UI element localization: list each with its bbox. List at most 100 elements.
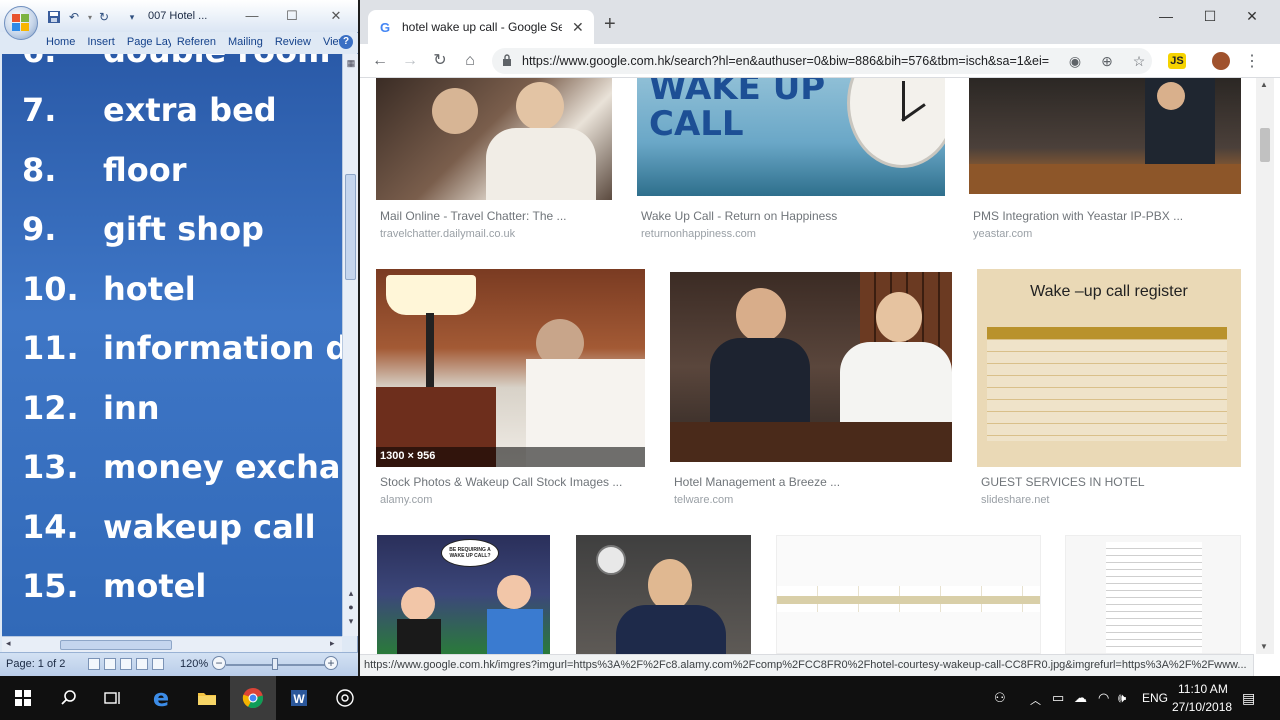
result-title[interactable]: Stock Photos & Wakeup Call Stock Images …	[380, 475, 645, 489]
ribbon-tab-mailings[interactable]: Mailing	[222, 33, 269, 53]
language-indicator[interactable]: ENG	[1142, 691, 1168, 705]
maximize-icon[interactable]: ☐	[280, 6, 304, 26]
bookmark-star-icon[interactable]: ☆	[1130, 52, 1148, 70]
office-logo-icon	[12, 14, 30, 32]
new-tab-icon[interactable]: +	[604, 14, 616, 34]
result-source[interactable]: slideshare.net	[981, 494, 1050, 506]
people-icon[interactable]: ⚇	[994, 690, 1006, 706]
result-source[interactable]: telware.com	[674, 494, 733, 506]
ribbon-tab-review[interactable]: Review	[269, 33, 317, 53]
browse-object-icon[interactable]: ●	[346, 602, 356, 612]
close-icon[interactable]: ✕	[324, 6, 348, 26]
image-result-thumbnail[interactable]: Wake –up call register	[977, 269, 1241, 467]
draft-icon[interactable]	[152, 658, 164, 670]
zoom-level[interactable]: 120%	[180, 658, 208, 670]
ribbon-tab-references[interactable]: Referen	[171, 33, 222, 53]
home-icon[interactable]: ⌂	[460, 51, 480, 71]
image-result-thumbnail[interactable]	[670, 272, 952, 462]
scroll-thumb[interactable]	[345, 174, 356, 280]
image-result-thumbnail[interactable]	[576, 535, 751, 654]
result-title[interactable]: Mail Online - Travel Chatter: The ...	[380, 209, 610, 223]
previous-page-icon[interactable]: ▴	[346, 588, 356, 599]
result-source[interactable]: yeastar.com	[973, 228, 1032, 240]
start-button[interactable]	[0, 676, 46, 720]
action-center-icon[interactable]: ▤	[1242, 690, 1255, 707]
horizontal-scrollbar[interactable]: ◂ ▸	[2, 636, 342, 652]
edge-browser-icon[interactable]: e	[138, 676, 184, 720]
clock-date[interactable]: 27/10/2018	[1172, 700, 1232, 714]
undo-icon[interactable]: ↶	[66, 9, 82, 25]
web-layout-icon[interactable]	[120, 658, 132, 670]
scroll-left-icon[interactable]: ◂	[6, 638, 11, 649]
minimize-icon[interactable]: —	[240, 6, 264, 26]
back-icon[interactable]: ←	[370, 51, 390, 71]
image-result-thumbnail[interactable]	[376, 78, 612, 200]
image-result-thumbnail[interactable]: 1300 × 956	[376, 269, 645, 467]
volume-icon[interactable]: 🕪	[1118, 690, 1126, 706]
word-taskbar-icon[interactable]: W	[276, 676, 322, 720]
onedrive-icon[interactable]: ☁	[1074, 690, 1087, 706]
wifi-icon[interactable]: ◠	[1098, 690, 1109, 706]
ribbon-tab-insert[interactable]: Insert	[81, 33, 121, 53]
search-icon[interactable]	[46, 676, 92, 720]
save-icon[interactable]	[46, 9, 62, 25]
ribbon-tab-home[interactable]: Home	[40, 33, 81, 53]
outline-icon[interactable]	[136, 658, 148, 670]
scroll-thumb[interactable]	[1260, 128, 1270, 162]
menu-icon[interactable]: ⋮	[1242, 52, 1262, 72]
browser-tab[interactable]: G hotel wake up call - Google Search ✕	[368, 10, 594, 44]
page-indicator[interactable]: Page: 1 of 2	[6, 658, 65, 670]
vertical-scrollbar[interactable]: ▦ ▴ ● ▾	[342, 54, 358, 636]
file-explorer-icon[interactable]	[184, 676, 230, 720]
extension-js-icon[interactable]: JS	[1168, 53, 1186, 69]
customize-qat-icon[interactable]: ▾	[124, 9, 140, 25]
scroll-right-icon[interactable]: ▸	[330, 638, 335, 649]
result-title[interactable]: Hotel Management a Breeze ...	[674, 475, 944, 489]
chrome-taskbar-icon[interactable]	[230, 676, 276, 720]
office-button[interactable]	[4, 6, 38, 40]
ribbon-tab-page-layout[interactable]: Page Lay	[121, 33, 171, 53]
clock-time[interactable]: 11:10 AM	[1178, 682, 1228, 696]
zoom-slider-handle[interactable]	[272, 658, 278, 670]
image-result-thumbnail[interactable]	[776, 535, 1041, 654]
show-hidden-icons-icon[interactable]: ︿	[1030, 692, 1041, 708]
result-source[interactable]: returnonhappiness.com	[641, 228, 756, 240]
close-icon[interactable]: ✕	[1230, 8, 1274, 28]
minimize-icon[interactable]: —	[1144, 8, 1188, 28]
reload-icon[interactable]: ↻	[430, 51, 450, 71]
battery-icon[interactable]: ▭	[1052, 690, 1064, 706]
next-page-icon[interactable]: ▾	[346, 616, 356, 627]
document-body[interactable]: 6. double room 7. extra bed 8. floor 9. …	[2, 54, 342, 636]
profile-avatar[interactable]	[1212, 52, 1230, 70]
search-results-page[interactable]: Mail Online - Travel Chatter: The ... tr…	[360, 78, 1280, 654]
zoom-in-icon[interactable]: +	[324, 656, 338, 670]
help-icon[interactable]: ?	[339, 35, 353, 49]
zoom-out-icon[interactable]: −	[212, 656, 226, 670]
print-layout-icon[interactable]	[88, 658, 100, 670]
result-source[interactable]: alamy.com	[380, 494, 432, 506]
result-title[interactable]: GUEST SERVICES IN HOTEL	[981, 475, 1241, 489]
scroll-up-icon[interactable]: ▲	[1260, 80, 1268, 89]
camera-app-icon[interactable]	[322, 676, 368, 720]
task-view-icon[interactable]	[90, 676, 136, 720]
maximize-icon[interactable]: ☐	[1188, 8, 1232, 28]
ruler-toggle-icon[interactable]: ▦	[346, 58, 356, 69]
image-result-thumbnail[interactable]: WAKE UP CALL	[637, 78, 945, 196]
image-result-thumbnail[interactable]: BE REQUIRING A WAKE UP CALL?	[377, 535, 550, 654]
close-tab-icon[interactable]: ✕	[572, 19, 584, 36]
image-result-thumbnail[interactable]	[1065, 535, 1241, 654]
result-title[interactable]: PMS Integration with Yeastar IP-PBX ...	[973, 209, 1233, 223]
redo-icon[interactable]: ↻	[96, 9, 112, 25]
scroll-thumb[interactable]	[60, 640, 172, 650]
full-screen-reading-icon[interactable]	[104, 658, 116, 670]
zoom-icon[interactable]: ⊕	[1098, 52, 1116, 70]
location-icon[interactable]: ◉	[1066, 52, 1084, 70]
result-source[interactable]: travelchatter.dailymail.co.uk	[380, 228, 515, 240]
scroll-down-icon[interactable]: ▼	[1260, 642, 1268, 651]
url-text[interactable]: https://www.google.com.hk/search?hl=en&a…	[522, 54, 1050, 68]
result-title[interactable]: Wake Up Call - Return on Happiness	[641, 209, 941, 223]
forward-icon[interactable]: →	[400, 51, 420, 71]
page-scrollbar[interactable]: ▲ ▼	[1256, 78, 1274, 654]
address-bar[interactable]: https://www.google.com.hk/search?hl=en&a…	[492, 48, 1152, 74]
image-result-thumbnail[interactable]	[969, 78, 1241, 194]
